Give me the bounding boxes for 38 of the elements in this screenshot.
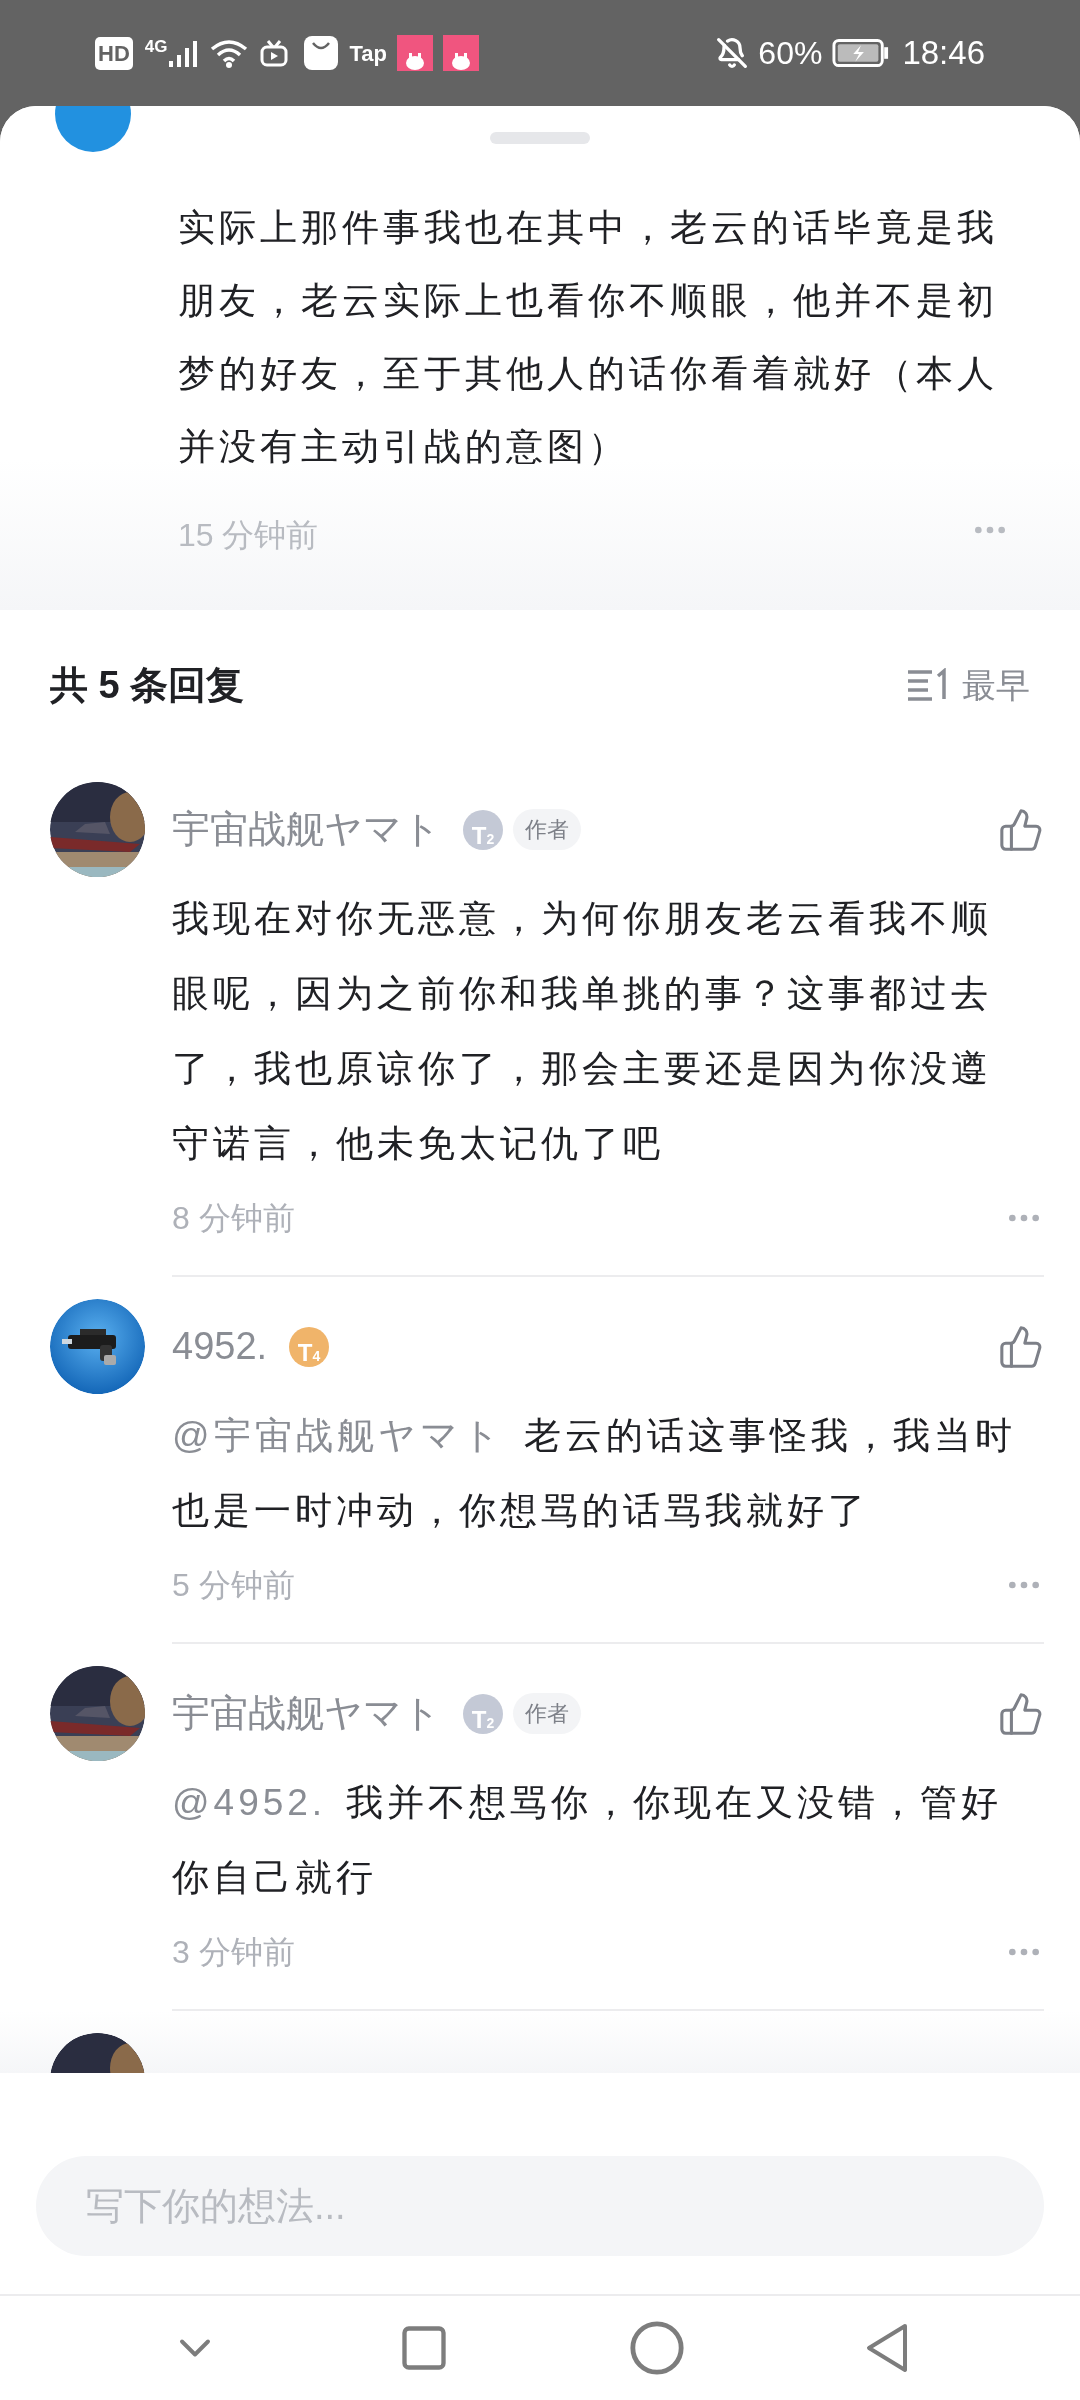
reply-time: 5 分钟前	[172, 1566, 295, 1605]
comment-time: 15 分钟前	[178, 516, 319, 555]
network-label: 4G	[144, 36, 168, 58]
tap-label: Tap	[349, 39, 387, 68]
user-name[interactable]: 宇宙战舰ヤマト	[172, 1685, 441, 1742]
replies-title: 共 5 条回复	[50, 662, 245, 708]
level-badge: T2	[463, 809, 503, 850]
like-icon[interactable]	[998, 1323, 1044, 1370]
user-name[interactable]: 4952.	[172, 1318, 268, 1375]
user-name[interactable]: 宇宙战舰ヤマト	[172, 801, 441, 858]
level-badge: T2	[463, 1693, 503, 1734]
app-icon	[442, 35, 479, 71]
reply-text: 我现在对你无恶意，为何你朋友老云看我不顺眼呢，因为之前你和我单挑的事？这事都过去了，我也原谅你了，那会主要还是因为你没遵守诺言，他未免太记仇了吧	[172, 897, 993, 1166]
home-icon[interactable]	[627, 2319, 686, 2377]
comment-input[interactable]: 写下你的想法...	[36, 2156, 1044, 2256]
author-tag: 作者	[513, 809, 581, 850]
level-badge: T4	[289, 1326, 330, 1367]
reply-time: 8 分钟前	[172, 1199, 295, 1238]
clock: 18:46	[902, 33, 985, 74]
comment-text: 实际上那件事我也在其中，老云的话毕竟是我朋友，老云实际上也看你不顺眼，他并不是初梦的好友，至于其他人的话你看着就好（本人并没有主动引战的意图）	[178, 206, 999, 469]
like-icon[interactable]	[998, 806, 1044, 853]
bag-icon	[303, 35, 340, 71]
like-icon[interactable]	[998, 1690, 1044, 1737]
sort-button[interactable]: 最早	[906, 659, 1030, 711]
reply-text: @4952. 我并不想骂你，你现在又没错，管好你自己就行	[172, 1781, 1004, 1900]
mention-link[interactable]: @4952.	[172, 1782, 327, 1823]
drag-handle[interactable]	[490, 132, 590, 144]
reply-text: @宇宙战舰ヤマト 老云的话这事怪我，我当时也是一时冲动，你想骂的话骂我就好了	[172, 1414, 1017, 1533]
battery-percent: 60%	[758, 34, 823, 73]
app-icon	[396, 35, 433, 71]
mention-link[interactable]: @宇宙战舰ヤマト	[172, 1415, 504, 1456]
hd-indicator: HD	[95, 36, 133, 70]
battery-icon	[832, 37, 891, 69]
wifi-icon	[209, 37, 250, 69]
mute-icon	[716, 37, 749, 69]
reply-time: 3 分钟前	[172, 1933, 295, 1972]
tv-icon	[259, 38, 290, 68]
author-tag: 作者	[513, 1693, 581, 1734]
